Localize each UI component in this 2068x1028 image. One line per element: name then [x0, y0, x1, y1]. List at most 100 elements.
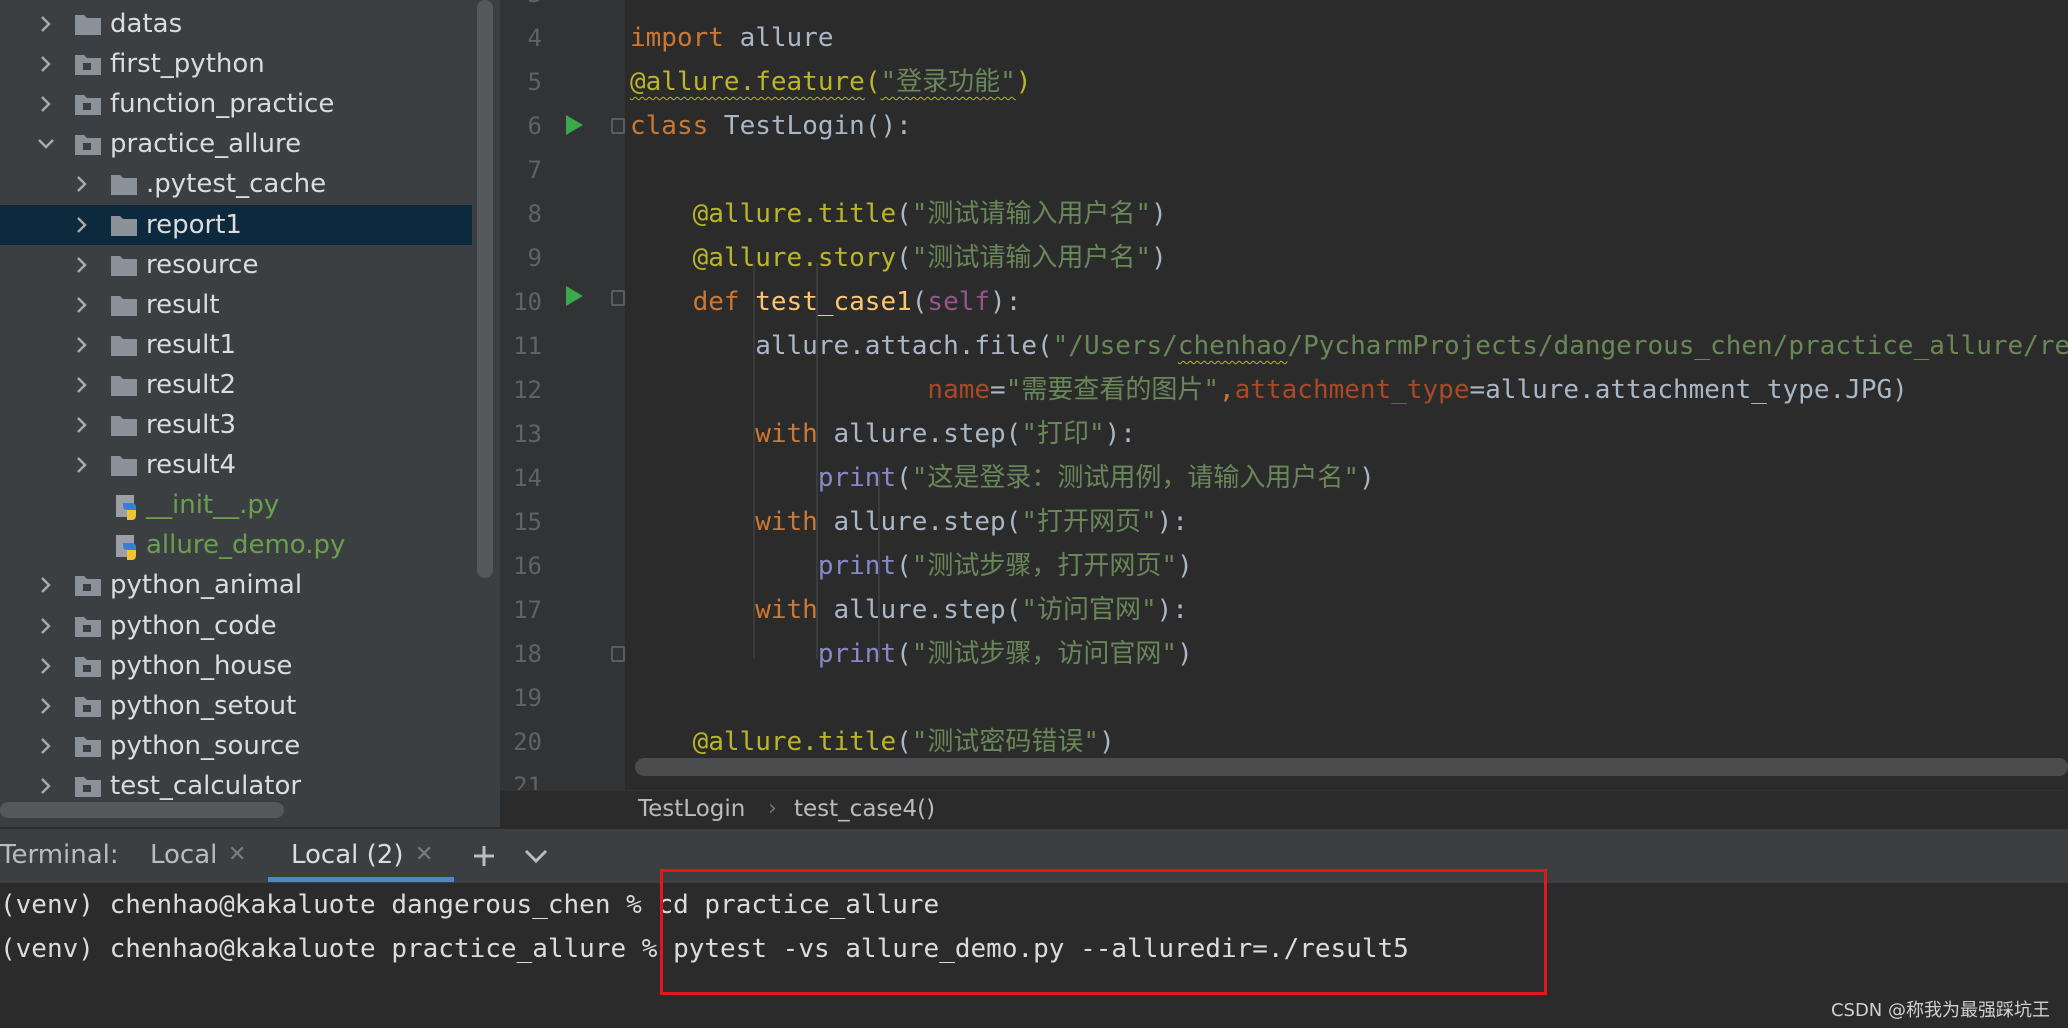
code-line-8: @allure.title("测试请输入用户名")	[630, 199, 1167, 229]
tree-item[interactable]: result2	[0, 365, 472, 405]
module-folder-icon	[74, 654, 102, 678]
module-folder-icon	[74, 694, 102, 718]
tree-item[interactable]: result	[0, 285, 472, 325]
tree-item[interactable]: .pytest_cache	[0, 164, 472, 204]
chevron-right-icon[interactable]	[26, 606, 66, 646]
tree-item-label: allure_demo.py	[146, 530, 346, 561]
breadcrumb-method[interactable]: test_case4()	[794, 793, 935, 825]
chevron-right-icon[interactable]	[26, 84, 66, 124]
code-line-5: @allure.feature("登录功能")	[630, 67, 1032, 97]
folder-icon	[110, 333, 138, 357]
tree-item[interactable]: first_python	[0, 44, 472, 84]
chevron-down-icon[interactable]	[524, 846, 548, 866]
close-icon[interactable]: ✕	[228, 839, 246, 871]
breadcrumb-class[interactable]: TestLogin	[638, 793, 745, 825]
tree-item[interactable]: python_setout	[0, 686, 472, 726]
code-line-11: allure.attach.file("/Users/chenhao/Pycha…	[630, 331, 2068, 361]
tree-item[interactable]: python_house	[0, 646, 472, 686]
tree-item[interactable]: result3	[0, 405, 472, 445]
chevron-right-icon[interactable]	[26, 686, 66, 726]
line-number: 4	[527, 24, 542, 52]
line-number: 19	[513, 684, 542, 712]
fold-icon[interactable]	[611, 118, 625, 134]
chevron-right-icon[interactable]	[26, 4, 66, 44]
module-folder-icon	[74, 92, 102, 116]
tree-item[interactable]: python_code	[0, 606, 472, 646]
tree-item[interactable]: result4	[0, 445, 472, 485]
fold-icon[interactable]	[611, 646, 625, 662]
tree-item-label: python_animal	[110, 570, 303, 601]
plus-icon[interactable]	[472, 844, 496, 868]
tree-item[interactable]: python_source	[0, 726, 472, 766]
tree-item-label: result1	[146, 329, 237, 360]
line-number: 14	[513, 464, 542, 492]
code-line-4: import allure	[630, 23, 834, 53]
line-number: 5	[527, 68, 542, 96]
python-file-icon	[114, 533, 142, 561]
folder-icon	[110, 413, 138, 437]
terminal-title: Terminal:	[0, 840, 119, 870]
tree-item[interactable]: test_calculator	[0, 766, 472, 806]
tree-item[interactable]: python_animal	[0, 565, 472, 605]
code-editor[interactable]: 3456789101112131415161718192021 import a…	[500, 0, 2068, 827]
fold-icon[interactable]	[611, 290, 625, 306]
tree-item-label: datas	[110, 9, 183, 39]
tree-item[interactable]: allure_demo.py	[0, 525, 472, 565]
line-number: 7	[527, 156, 542, 184]
line-number: 16	[513, 552, 542, 580]
run-icon[interactable]	[564, 114, 584, 136]
tree-item-label: python_setout	[110, 690, 297, 721]
tab-local-2[interactable]: Local (2)	[291, 839, 403, 871]
tree-item[interactable]: function_practice	[0, 84, 472, 124]
tree-item-label: report1	[146, 209, 242, 240]
line-number: 20	[513, 728, 542, 756]
chevron-right-icon[interactable]	[26, 565, 66, 605]
tree-vertical-scrollbar[interactable]	[477, 0, 493, 578]
chevron-right-icon[interactable]	[62, 365, 102, 405]
chevron-right-icon[interactable]	[62, 445, 102, 485]
chevron-right-icon[interactable]	[62, 325, 102, 365]
folder-icon	[110, 373, 138, 397]
chevron-right-icon[interactable]	[26, 646, 66, 686]
tree-item[interactable]: resource	[0, 245, 472, 285]
code-line-16: print("测试步骤，打开网页")	[630, 551, 1193, 581]
run-icon[interactable]	[564, 285, 584, 307]
tree-item[interactable]: datas	[0, 4, 472, 44]
tree-item-label: result3	[146, 410, 237, 440]
chevron-right-icon[interactable]	[62, 245, 102, 285]
code-line-18: print("测试步骤，访问官网")	[630, 639, 1193, 669]
tree-item-label: test_calculator	[110, 770, 302, 801]
tree-item[interactable]: __init__.py	[0, 485, 472, 525]
chevron-right-icon[interactable]	[62, 205, 102, 245]
code-line-6: class TestLogin():	[630, 111, 912, 141]
tree-item[interactable]: report1	[0, 204, 472, 245]
line-number: 17	[513, 596, 542, 624]
folder-icon	[110, 293, 138, 317]
folder-icon	[110, 213, 138, 237]
tree-horizontal-scrollbar[interactable]	[0, 802, 284, 818]
tab-local[interactable]: Local	[150, 839, 217, 871]
line-number: 9	[527, 244, 542, 272]
highlight-box	[660, 869, 1547, 995]
editor-horizontal-scrollbar[interactable]	[635, 758, 2068, 776]
tree-item[interactable]: practice_allure	[0, 124, 472, 164]
chevron-right-icon[interactable]	[62, 164, 102, 204]
tree-item[interactable]: result1	[0, 325, 472, 365]
chevron-right-icon[interactable]	[62, 285, 102, 325]
module-folder-icon	[74, 734, 102, 758]
chevron-right-icon[interactable]	[26, 44, 66, 84]
chevron-right-icon[interactable]	[62, 405, 102, 445]
chevron-right-icon[interactable]	[26, 766, 66, 806]
tree-item-label: first_python	[110, 49, 265, 80]
code-line-12: name="需要查看的图片",attachment_type=allure.at…	[927, 375, 1908, 405]
line-number: 15	[513, 508, 542, 536]
folder-icon	[110, 253, 138, 277]
tree-item-label: result4	[146, 450, 237, 481]
close-icon[interactable]: ✕	[415, 839, 433, 871]
tree-item-label: python_code	[110, 610, 277, 641]
chevron-right-icon[interactable]	[26, 726, 66, 766]
folder-icon	[110, 172, 138, 196]
line-number: 3	[500, 0, 542, 16]
chevron-down-icon[interactable]	[26, 124, 66, 164]
project-panel: datas first_python function_practice practi…	[0, 0, 500, 827]
